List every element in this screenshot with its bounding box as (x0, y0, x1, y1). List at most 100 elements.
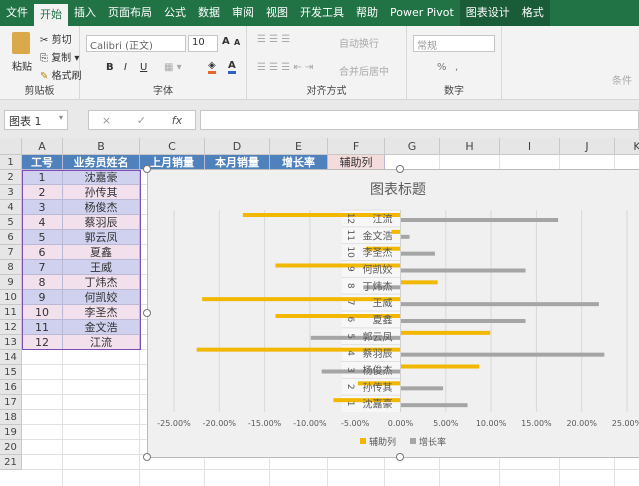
tab-6[interactable]: 审阅 (226, 0, 260, 26)
category-label: 杨俊杰 (363, 364, 393, 377)
row-header-10[interactable]: 10 (0, 290, 22, 305)
category-label: 何凯姣 (363, 263, 393, 276)
conditional-format-button[interactable]: 条件 (612, 72, 632, 87)
chart[interactable]: 图表标题 -25.00% -20.00% -15.00% -10.00% -5.00% 0.… (147, 169, 639, 458)
font-size-select[interactable]: 10 (188, 35, 218, 52)
resize-handle[interactable] (396, 165, 404, 173)
percent-style-button[interactable]: % (437, 62, 447, 73)
formula-input[interactable] (200, 110, 639, 130)
align-left-icon[interactable]: ☰ ☰ ☰ ⇤ ⇥ (257, 62, 313, 73)
comma-style-button[interactable]: , (455, 62, 458, 73)
tab-12[interactable]: 格式 (515, 0, 550, 26)
column-header-K[interactable]: K (615, 138, 639, 155)
merge-center-button[interactable]: 合并后居中 (339, 63, 389, 78)
row-header-1[interactable]: 1 (0, 155, 22, 170)
column-header-B[interactable]: B (63, 138, 140, 155)
column-header-H[interactable]: H (440, 138, 500, 155)
row-header-16[interactable]: 16 (0, 380, 22, 395)
row-header-13[interactable]: 13 (0, 335, 22, 350)
row-header-5[interactable]: 5 (0, 215, 22, 230)
resize-handle[interactable] (143, 453, 151, 461)
resize-handle[interactable] (143, 165, 151, 173)
row-header-21[interactable]: 21 (0, 455, 22, 470)
name-box-value: 图表 1 (9, 115, 42, 128)
tab-8[interactable]: 开发工具 (294, 0, 350, 26)
name-box[interactable]: 图表 1 ▾ (4, 110, 68, 130)
header-cell[interactable]: 业务员姓名 (63, 155, 140, 170)
cut-button[interactable]: ✂ 剪切 (40, 31, 72, 46)
tab-0[interactable]: 文件 (0, 0, 34, 26)
header-cell[interactable]: 工号 (22, 155, 63, 170)
column-header-C[interactable]: C (140, 138, 205, 155)
number-format-select[interactable]: 常规 (413, 35, 495, 52)
column-header-I[interactable]: I (500, 138, 560, 155)
tab-11[interactable]: 图表设计 (459, 0, 516, 26)
column-header-J[interactable]: J (560, 138, 615, 155)
row-header-20[interactable]: 20 (0, 440, 22, 455)
row-header-6[interactable]: 6 (0, 230, 22, 245)
column-header-G[interactable]: G (385, 138, 440, 155)
column-header-F[interactable]: F (328, 138, 385, 155)
tab-4[interactable]: 公式 (158, 0, 192, 26)
font-name-select[interactable]: Calibri (正文) (86, 35, 186, 52)
alignment-label: 对齐方式 (306, 86, 347, 97)
column-header-E[interactable]: E (270, 138, 328, 155)
row-header-7[interactable]: 7 (0, 245, 22, 260)
copy-button[interactable]: ⎘ 复制 ▾ (40, 49, 79, 64)
clipboard-label: 剪贴板 (24, 86, 55, 97)
row-header-14[interactable]: 14 (0, 350, 22, 365)
tab-7[interactable]: 视图 (260, 0, 294, 26)
row-header-17[interactable]: 17 (0, 395, 22, 410)
column-header-D[interactable]: D (205, 138, 270, 155)
tab-5[interactable]: 数据 (192, 0, 226, 26)
formula-bar: 图表 1 ▾ × ✓ fx (0, 100, 639, 138)
header-cell[interactable]: 辅助列 (328, 155, 385, 170)
shrink-font-button[interactable]: A (234, 38, 240, 47)
align-top-icon[interactable]: ☰ ☰ ☰ (257, 34, 290, 45)
category-number: 8 (345, 283, 355, 289)
bar-growth (400, 386, 444, 391)
grow-font-button[interactable]: A (222, 36, 230, 47)
format-painter-button[interactable]: ✎ 格式刷 (40, 67, 82, 82)
tab-10[interactable]: Power Pivot (384, 0, 460, 26)
tab-2[interactable]: 插入 (68, 0, 102, 26)
row-header-19[interactable]: 19 (0, 425, 22, 440)
bar-growth (400, 218, 559, 222)
row-header-2[interactable]: 2 (0, 170, 22, 185)
italic-button[interactable]: I (124, 62, 127, 73)
scissors-icon: ✂ (40, 35, 49, 46)
row-header-11[interactable]: 11 (0, 305, 22, 320)
row-header-9[interactable]: 9 (0, 275, 22, 290)
wrap-text-button[interactable]: 自动换行 (339, 35, 379, 50)
column-header-A[interactable]: A (22, 138, 63, 155)
row-header-15[interactable]: 15 (0, 365, 22, 380)
font-color-icon[interactable]: A (228, 60, 236, 74)
header-cell[interactable]: 增长率 (270, 155, 328, 170)
resize-handle[interactable] (396, 453, 404, 461)
resize-handle[interactable] (143, 309, 151, 317)
legend-label: 辅助列 (369, 436, 396, 448)
underline-button[interactable]: U (140, 62, 147, 73)
tab-3[interactable]: 页面布局 (102, 0, 158, 26)
bold-button[interactable]: B (106, 62, 114, 73)
row-header-12[interactable]: 12 (0, 320, 22, 335)
row-header-3[interactable]: 3 (0, 185, 22, 200)
enter-icon[interactable]: ✓ (137, 114, 146, 127)
row-header-4[interactable]: 4 (0, 200, 22, 215)
fill-color-icon[interactable]: ◈ (208, 60, 216, 74)
cancel-icon[interactable]: × (102, 114, 111, 127)
legend-swatch (360, 438, 366, 444)
border-icon[interactable]: ▦ ▾ (164, 62, 182, 73)
copy-icon: ⎘ (40, 53, 48, 64)
fx-icon[interactable]: fx (172, 114, 182, 127)
row-header-18[interactable]: 18 (0, 410, 22, 425)
tab-9[interactable]: 帮助 (350, 0, 384, 26)
header-cell[interactable]: 本月销量 (205, 155, 270, 170)
row-header-8[interactable]: 8 (0, 260, 22, 275)
select-all[interactable] (0, 138, 22, 155)
category-number: 1 (345, 401, 355, 407)
copy-label: 复制 (51, 53, 72, 64)
x-tick-label: 20.00% (566, 419, 597, 428)
tab-1[interactable]: 开始 (34, 4, 68, 26)
paste-button[interactable]: 粘贴 (12, 58, 32, 73)
